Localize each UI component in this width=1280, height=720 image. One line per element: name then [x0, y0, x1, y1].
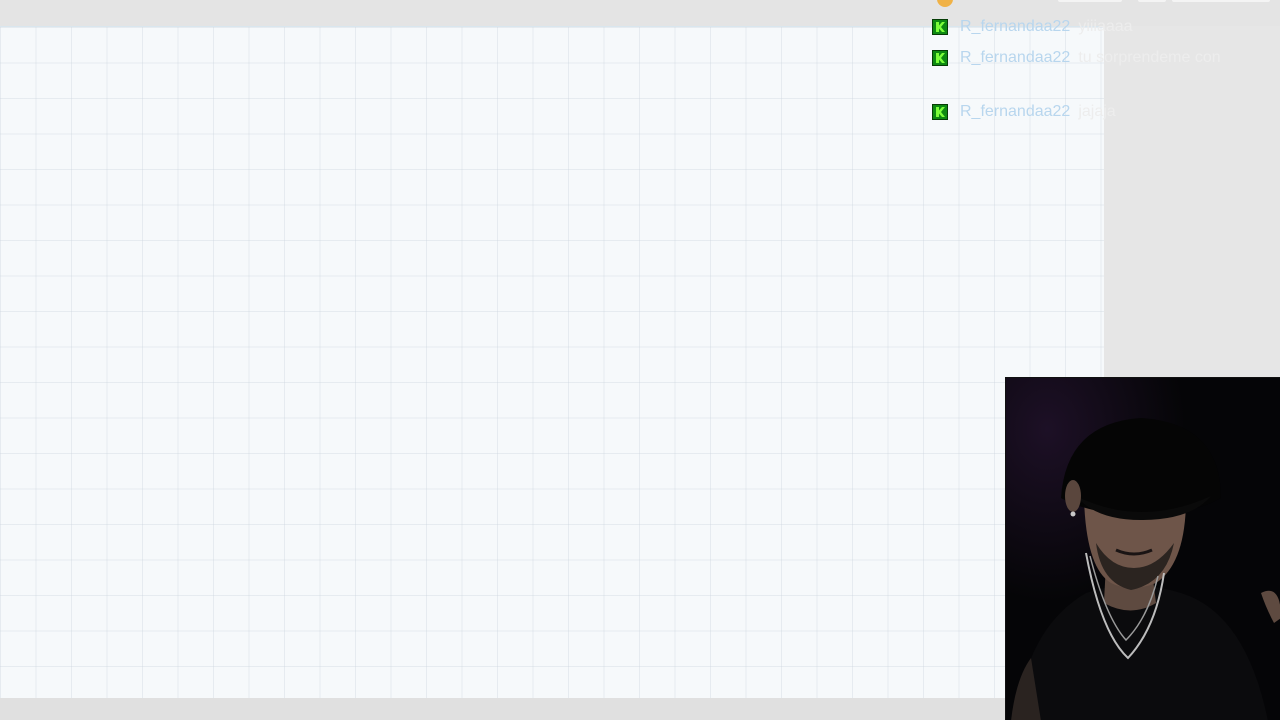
toolbar-control[interactable] — [1058, 0, 1122, 2]
green-k-badge-icon — [932, 50, 948, 66]
green-k-badge-icon — [932, 104, 948, 120]
chat-message: R_fernandaa22 yiiiaaaa — [932, 18, 1133, 36]
toolbar-control[interactable] — [1138, 0, 1166, 2]
chat-message: R_fernandaa22 jajaja — [932, 103, 1116, 121]
chat-username[interactable]: R_fernandaa22 — [960, 49, 1070, 67]
green-k-badge-icon — [932, 19, 948, 35]
chat-message: R_fernandaa22 tu sorprendeme con — [932, 49, 1221, 67]
toolbar-control[interactable] — [1172, 0, 1270, 2]
chat-message-text: jajaja — [1078, 103, 1116, 120]
whiteboard-canvas[interactable] — [0, 26, 1104, 699]
chat-message-text: yiiiaaaa — [1078, 18, 1133, 35]
chat-username[interactable]: R_fernandaa22 — [960, 18, 1070, 36]
chat-message-text: tu sorprendeme con — [1078, 49, 1221, 66]
chat-username[interactable]: R_fernandaa22 — [960, 103, 1070, 121]
webcam-overlay — [1005, 377, 1280, 720]
webcam-person-image — [1006, 378, 1280, 720]
